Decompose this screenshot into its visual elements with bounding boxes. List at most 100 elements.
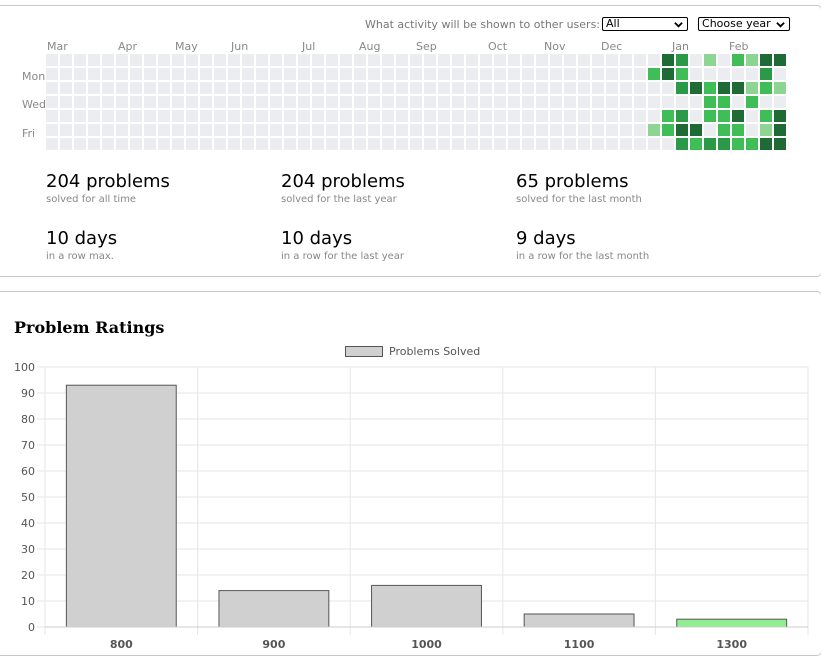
heatmap-cell[interactable]	[200, 124, 212, 136]
heatmap-cell[interactable]	[424, 124, 436, 136]
heatmap-cell[interactable]	[88, 138, 100, 150]
heatmap-cell[interactable]	[746, 96, 758, 108]
heatmap-cell[interactable]	[46, 68, 58, 80]
heatmap-cell[interactable]	[522, 82, 534, 94]
heatmap-cell[interactable]	[326, 110, 338, 122]
heatmap-cell[interactable]	[662, 96, 674, 108]
heatmap-cell[interactable]	[298, 96, 310, 108]
heatmap-cell[interactable]	[60, 138, 72, 150]
heatmap-cell[interactable]	[74, 110, 86, 122]
heatmap-cell[interactable]	[158, 110, 170, 122]
heatmap-cell[interactable]	[312, 54, 324, 66]
heatmap-cell[interactable]	[200, 96, 212, 108]
heatmap-cell[interactable]	[298, 138, 310, 150]
heatmap-cell[interactable]	[480, 96, 492, 108]
heatmap-cell[interactable]	[746, 82, 758, 94]
heatmap-cell[interactable]	[466, 138, 478, 150]
heatmap-cell[interactable]	[746, 110, 758, 122]
heatmap-cell[interactable]	[522, 138, 534, 150]
heatmap-cell[interactable]	[298, 82, 310, 94]
heatmap-cell[interactable]	[578, 124, 590, 136]
heatmap-cell[interactable]	[466, 54, 478, 66]
heatmap-cell[interactable]	[340, 68, 352, 80]
heatmap-cell[interactable]	[480, 110, 492, 122]
heatmap-cell[interactable]	[326, 82, 338, 94]
heatmap-cell[interactable]	[550, 124, 562, 136]
heatmap-cell[interactable]	[648, 54, 660, 66]
heatmap-cell[interactable]	[46, 110, 58, 122]
heatmap-cell[interactable]	[410, 82, 422, 94]
heatmap-cell[interactable]	[634, 110, 646, 122]
heatmap-cell[interactable]	[256, 54, 268, 66]
heatmap-cell[interactable]	[662, 110, 674, 122]
heatmap-cell[interactable]	[186, 68, 198, 80]
heatmap-cell[interactable]	[242, 68, 254, 80]
heatmap-cell[interactable]	[144, 96, 156, 108]
heatmap-cell[interactable]	[690, 82, 702, 94]
heatmap-cell[interactable]	[200, 82, 212, 94]
heatmap-cell[interactable]	[116, 54, 128, 66]
heatmap-cell[interactable]	[774, 96, 786, 108]
heatmap-cell[interactable]	[298, 124, 310, 136]
heatmap-cell[interactable]	[718, 82, 730, 94]
heatmap-cell[interactable]	[284, 68, 296, 80]
heatmap-cell[interactable]	[60, 124, 72, 136]
heatmap-cell[interactable]	[774, 54, 786, 66]
heatmap-cell[interactable]	[606, 54, 618, 66]
bar[interactable]	[218, 590, 330, 628]
heatmap-cell[interactable]	[676, 82, 688, 94]
heatmap-cell[interactable]	[200, 138, 212, 150]
heatmap-cell[interactable]	[298, 54, 310, 66]
heatmap-cell[interactable]	[368, 68, 380, 80]
heatmap-cell[interactable]	[144, 124, 156, 136]
heatmap-cell[interactable]	[116, 124, 128, 136]
heatmap-cell[interactable]	[102, 110, 114, 122]
heatmap-cell[interactable]	[102, 96, 114, 108]
heatmap-cell[interactable]	[746, 138, 758, 150]
heatmap-cell[interactable]	[592, 54, 604, 66]
heatmap-cell[interactable]	[578, 82, 590, 94]
heatmap-cell[interactable]	[466, 96, 478, 108]
heatmap-cell[interactable]	[424, 138, 436, 150]
heatmap-cell[interactable]	[592, 82, 604, 94]
heatmap-cell[interactable]	[564, 138, 576, 150]
heatmap-cell[interactable]	[396, 82, 408, 94]
heatmap-cell[interactable]	[704, 54, 716, 66]
heatmap-cell[interactable]	[312, 96, 324, 108]
heatmap-cell[interactable]	[186, 54, 198, 66]
heatmap-cell[interactable]	[74, 68, 86, 80]
heatmap-cell[interactable]	[382, 54, 394, 66]
heatmap-cell[interactable]	[760, 110, 772, 122]
heatmap-cell[interactable]	[368, 96, 380, 108]
heatmap-cell[interactable]	[648, 96, 660, 108]
heatmap-cell[interactable]	[564, 96, 576, 108]
heatmap-cell[interactable]	[158, 68, 170, 80]
heatmap-cell[interactable]	[46, 96, 58, 108]
heatmap-cell[interactable]	[340, 124, 352, 136]
heatmap-cell[interactable]	[676, 110, 688, 122]
heatmap-cell[interactable]	[158, 54, 170, 66]
heatmap-cell[interactable]	[676, 124, 688, 136]
heatmap-cell[interactable]	[410, 124, 422, 136]
heatmap-cell[interactable]	[200, 54, 212, 66]
heatmap-cell[interactable]	[228, 68, 240, 80]
heatmap-cell[interactable]	[214, 54, 226, 66]
heatmap-cell[interactable]	[690, 110, 702, 122]
heatmap-cell[interactable]	[634, 124, 646, 136]
heatmap-cell[interactable]	[382, 82, 394, 94]
heatmap-cell[interactable]	[452, 96, 464, 108]
heatmap-cell[interactable]	[550, 82, 562, 94]
heatmap-cell[interactable]	[718, 96, 730, 108]
heatmap-cell[interactable]	[172, 110, 184, 122]
heatmap-cell[interactable]	[662, 138, 674, 150]
heatmap-cell[interactable]	[466, 82, 478, 94]
heatmap-cell[interactable]	[718, 124, 730, 136]
heatmap-cell[interactable]	[200, 110, 212, 122]
heatmap-cell[interactable]	[760, 124, 772, 136]
heatmap-cell[interactable]	[396, 96, 408, 108]
heatmap-cell[interactable]	[130, 124, 142, 136]
heatmap-cell[interactable]	[88, 124, 100, 136]
heatmap-cell[interactable]	[46, 124, 58, 136]
heatmap-cell[interactable]	[368, 82, 380, 94]
heatmap-cell[interactable]	[508, 96, 520, 108]
